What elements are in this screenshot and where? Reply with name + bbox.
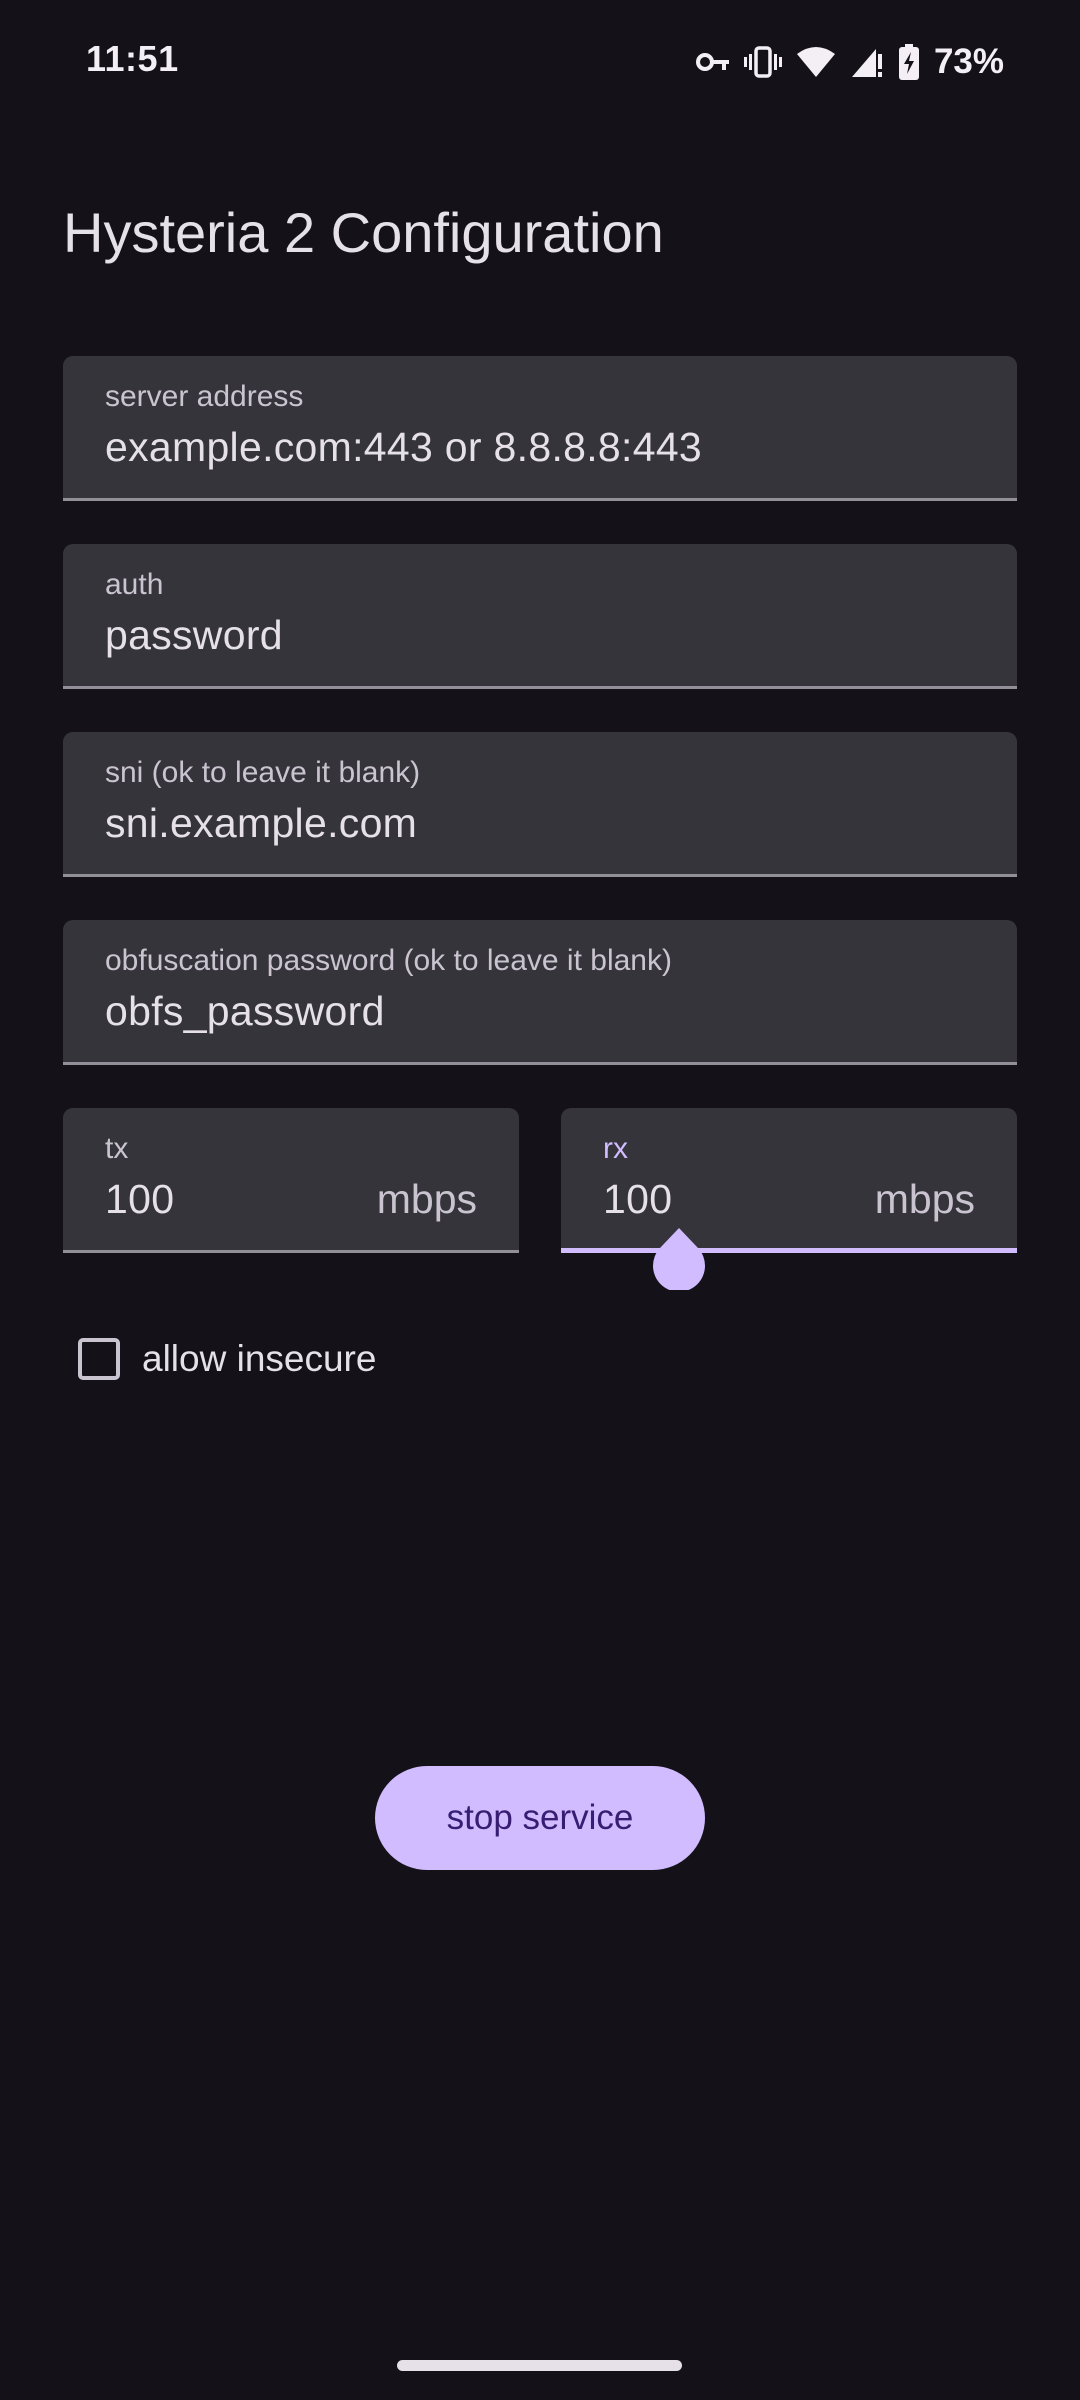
vpn-key-icon: [695, 50, 730, 74]
auth-label: auth: [105, 568, 164, 601]
rx-field[interactable]: rx 100 mbps: [561, 1108, 1017, 1253]
tx-unit-suffix: mbps: [376, 1176, 477, 1222]
sni-field[interactable]: sni (ok to leave it blank) sni.example.c…: [63, 732, 1017, 877]
server-address-input[interactable]: example.com:443 or 8.8.8.8:443: [105, 424, 702, 471]
server-address-label: server address: [105, 380, 304, 413]
auth-input[interactable]: password: [105, 612, 283, 659]
cellular-no-data-icon: [850, 46, 884, 78]
server-address-field[interactable]: server address example.com:443 or 8.8.8.…: [63, 356, 1017, 501]
obfuscation-password-input[interactable]: obfs_password: [105, 988, 385, 1035]
stop-service-button[interactable]: stop service: [375, 1766, 705, 1870]
wifi-icon: [796, 46, 836, 78]
tx-field[interactable]: tx 100 mbps: [63, 1108, 519, 1253]
sni-input[interactable]: sni.example.com: [105, 800, 417, 847]
status-bar: 11:51 73%: [0, 0, 1080, 124]
sni-label: sni (ok to leave it blank): [105, 756, 421, 789]
tx-input[interactable]: 100: [105, 1176, 174, 1223]
battery-percent: 73%: [933, 42, 1004, 81]
text-cursor-handle[interactable]: [652, 1228, 706, 1292]
obfuscation-password-label: obfuscation password (ok to leave it bla…: [105, 944, 672, 977]
auth-field[interactable]: auth password: [63, 544, 1017, 689]
allow-insecure-row[interactable]: allow insecure: [78, 1330, 376, 1388]
rx-unit-suffix: mbps: [874, 1176, 975, 1222]
obfuscation-password-field[interactable]: obfuscation password (ok to leave it bla…: [63, 920, 1017, 1065]
rx-input[interactable]: 100: [603, 1176, 672, 1223]
page-title: Hysteria 2 Configuration: [63, 201, 664, 264]
battery-charging-icon: [898, 44, 920, 80]
allow-insecure-checkbox[interactable]: [78, 1338, 120, 1380]
status-time: 11:51: [86, 38, 179, 79]
allow-insecure-label: allow insecure: [142, 1338, 377, 1379]
vibrate-icon: [743, 45, 782, 79]
tx-label: tx: [105, 1132, 129, 1165]
rx-label: rx: [603, 1132, 628, 1165]
home-indicator[interactable]: [397, 2360, 682, 2371]
status-icons: 73%: [695, 38, 1004, 86]
